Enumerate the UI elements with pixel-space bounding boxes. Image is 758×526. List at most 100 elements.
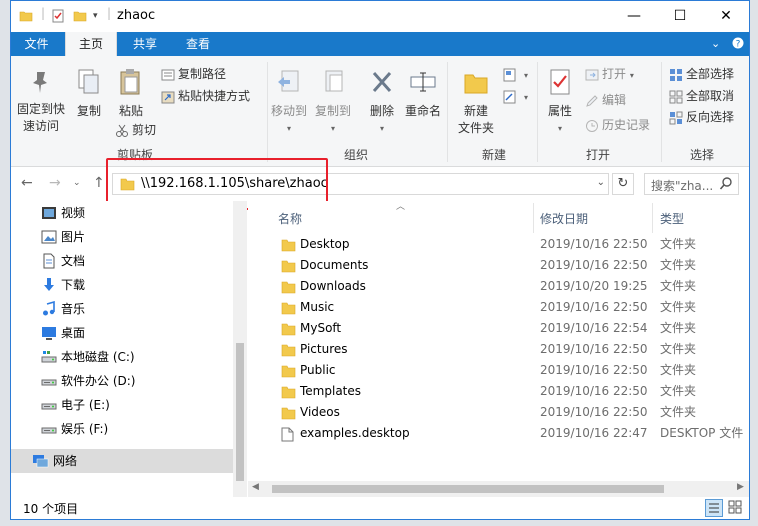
scroll-right-icon[interactable]: ▶: [737, 482, 744, 492]
file-row[interactable]: Desktop 2019/10/16 22:50 文件夹: [248, 234, 749, 255]
column-header-name[interactable]: 名称: [278, 207, 302, 231]
sort-ascending-icon: ︿: [396, 202, 406, 212]
search-input[interactable]: 搜索"zha...: [644, 173, 739, 195]
refresh-icon[interactable]: ↻: [612, 173, 634, 195]
column-divider[interactable]: [533, 203, 534, 233]
copy-to-button[interactable]: 复制到 ▾: [313, 68, 353, 137]
horizontal-scrollbar-thumb[interactable]: [272, 485, 664, 493]
cut-button[interactable]: 剪切: [115, 120, 156, 140]
nav-item-label: 视频: [61, 206, 86, 220]
open-icon: [585, 69, 599, 80]
paste-shortcut-button[interactable]: 粘贴快捷方式: [161, 86, 250, 106]
pictures-icon: [41, 229, 57, 253]
rename-button[interactable]: 重命名: [403, 68, 443, 120]
invert-selection-icon: [669, 111, 683, 124]
nav-item-label: 文档: [61, 254, 86, 268]
properties-button[interactable]: 属性 ▾: [541, 68, 579, 137]
forward-arrow-icon[interactable]: →: [49, 175, 61, 191]
easy-access-button[interactable]: ▾: [503, 86, 528, 106]
nav-item-label: 软件办公 (D:): [61, 374, 136, 388]
file-row[interactable]: Videos 2019/10/16 22:50 文件夹: [248, 402, 749, 423]
scroll-left-icon[interactable]: ◀: [252, 482, 259, 492]
file-type: 文件夹: [660, 237, 697, 251]
column-header-type[interactable]: 类型: [660, 207, 684, 231]
copy-path-button[interactable]: 复制路径: [161, 64, 226, 84]
address-dropdown-icon[interactable]: ⌄: [597, 177, 605, 188]
file-row[interactable]: Downloads 2019/10/20 19:25 文件夹: [248, 276, 749, 297]
new-folder-button[interactable]: 新建 文件夹: [453, 68, 499, 137]
file-type: 文件夹: [660, 321, 697, 335]
file-date: 2019/10/16 22:50: [540, 363, 648, 377]
easy-access-dropdown-icon: ▾: [524, 93, 529, 102]
search-icon[interactable]: [719, 176, 733, 195]
tab-file[interactable]: 文件: [11, 32, 62, 56]
ribbon-separator: [661, 62, 662, 162]
copy-path-label: 复制路径: [178, 67, 227, 81]
edit-button[interactable]: 编辑: [585, 90, 626, 110]
file-type: 文件夹: [660, 384, 697, 398]
file-name: examples.desktop: [300, 426, 410, 440]
expand-ribbon-icon[interactable]: ⌄: [711, 37, 720, 50]
delete-button[interactable]: 删除 ▾: [365, 68, 399, 137]
close-button[interactable]: ✕: [703, 1, 749, 31]
nav-item[interactable]: 网络: [11, 449, 233, 473]
copy-to-label: 复制到: [314, 104, 351, 118]
tab-view[interactable]: 查看: [173, 32, 223, 56]
nav-scrollbar-thumb[interactable]: [236, 343, 244, 481]
file-name: Music: [300, 300, 335, 314]
network-icon: [31, 453, 49, 477]
horizontal-scrollbar[interactable]: ◀ ▶: [248, 481, 749, 497]
open-button[interactable]: 打开 ▾: [585, 64, 634, 84]
recent-locations-icon[interactable]: ⌄: [73, 178, 81, 188]
select-all-button[interactable]: 全部选择: [669, 64, 734, 84]
file-row[interactable]: examples.desktop 2019/10/16 22:47 DESKTOP …: [248, 423, 749, 444]
large-icons-view-icon[interactable]: [727, 499, 745, 517]
new-item-button[interactable]: ▾: [503, 64, 528, 84]
details-view-icon[interactable]: [705, 499, 723, 517]
pin-to-quick-access-button[interactable]: 固定到快 速访问: [15, 68, 67, 135]
file-type: 文件夹: [660, 342, 697, 356]
select-none-button[interactable]: 全部取消: [669, 86, 734, 106]
help-icon[interactable]: ?: [731, 36, 745, 53]
minimize-button[interactable]: —: [611, 1, 657, 31]
local-disk-icon: [41, 349, 57, 373]
nav-item[interactable]: 视频: [11, 201, 233, 225]
file-row[interactable]: Music 2019/10/16 22:50 文件夹: [248, 297, 749, 318]
file-type: 文件夹: [660, 405, 697, 419]
file-row[interactable]: Documents 2019/10/16 22:50 文件夹: [248, 255, 749, 276]
file-date: 2019/10/16 22:50: [540, 237, 648, 251]
move-to-button[interactable]: 移动到 ▾: [269, 68, 309, 137]
tab-home[interactable]: 主页: [65, 32, 117, 56]
properties-icon[interactable]: [51, 9, 65, 26]
svg-text:?: ?: [736, 40, 741, 50]
history-icon: [586, 119, 598, 132]
music-icon: [41, 300, 57, 325]
column-divider[interactable]: [652, 203, 653, 233]
history-button[interactable]: 历史记录: [585, 115, 650, 135]
tab-share[interactable]: 共享: [119, 32, 171, 56]
customize-quick-access-icon[interactable]: ▾: [93, 11, 98, 21]
file-row[interactable]: MySoft 2019/10/16 22:54 文件夹: [248, 318, 749, 339]
copy-button[interactable]: 复制: [71, 68, 107, 120]
invert-selection-button[interactable]: 反向选择: [669, 107, 734, 127]
paste-shortcut-label: 粘贴快捷方式: [178, 89, 251, 103]
file-date: 2019/10/16 22:50: [540, 405, 648, 419]
new-folder-icon[interactable]: [73, 9, 87, 26]
column-header-date[interactable]: 修改日期: [540, 207, 588, 231]
rename-label: 重命名: [404, 104, 441, 118]
file-date: 2019/10/16 22:50: [540, 300, 648, 314]
file-row[interactable]: Pictures 2019/10/16 22:50 文件夹: [248, 339, 749, 360]
file-row[interactable]: Templates 2019/10/16 22:50 文件夹: [248, 381, 749, 402]
file-row[interactable]: Public 2019/10/16 22:50 文件夹: [248, 360, 749, 381]
new-item-icon: [503, 68, 516, 81]
ribbon-tabs: 文件 主页 共享 查看 ⌄ ?: [11, 32, 749, 56]
file-name: Documents: [300, 258, 369, 272]
back-arrow-icon[interactable]: ←: [21, 175, 33, 191]
ribbon-separator: [447, 62, 448, 162]
up-arrow-icon[interactable]: ↑: [93, 175, 105, 191]
nav-scrollbar[interactable]: [233, 201, 247, 497]
maximize-button[interactable]: ☐: [657, 1, 703, 31]
paste-button[interactable]: 粘贴: [113, 68, 149, 120]
desktop-icon: [41, 325, 57, 349]
new-item-dropdown-icon: ▾: [524, 71, 529, 80]
